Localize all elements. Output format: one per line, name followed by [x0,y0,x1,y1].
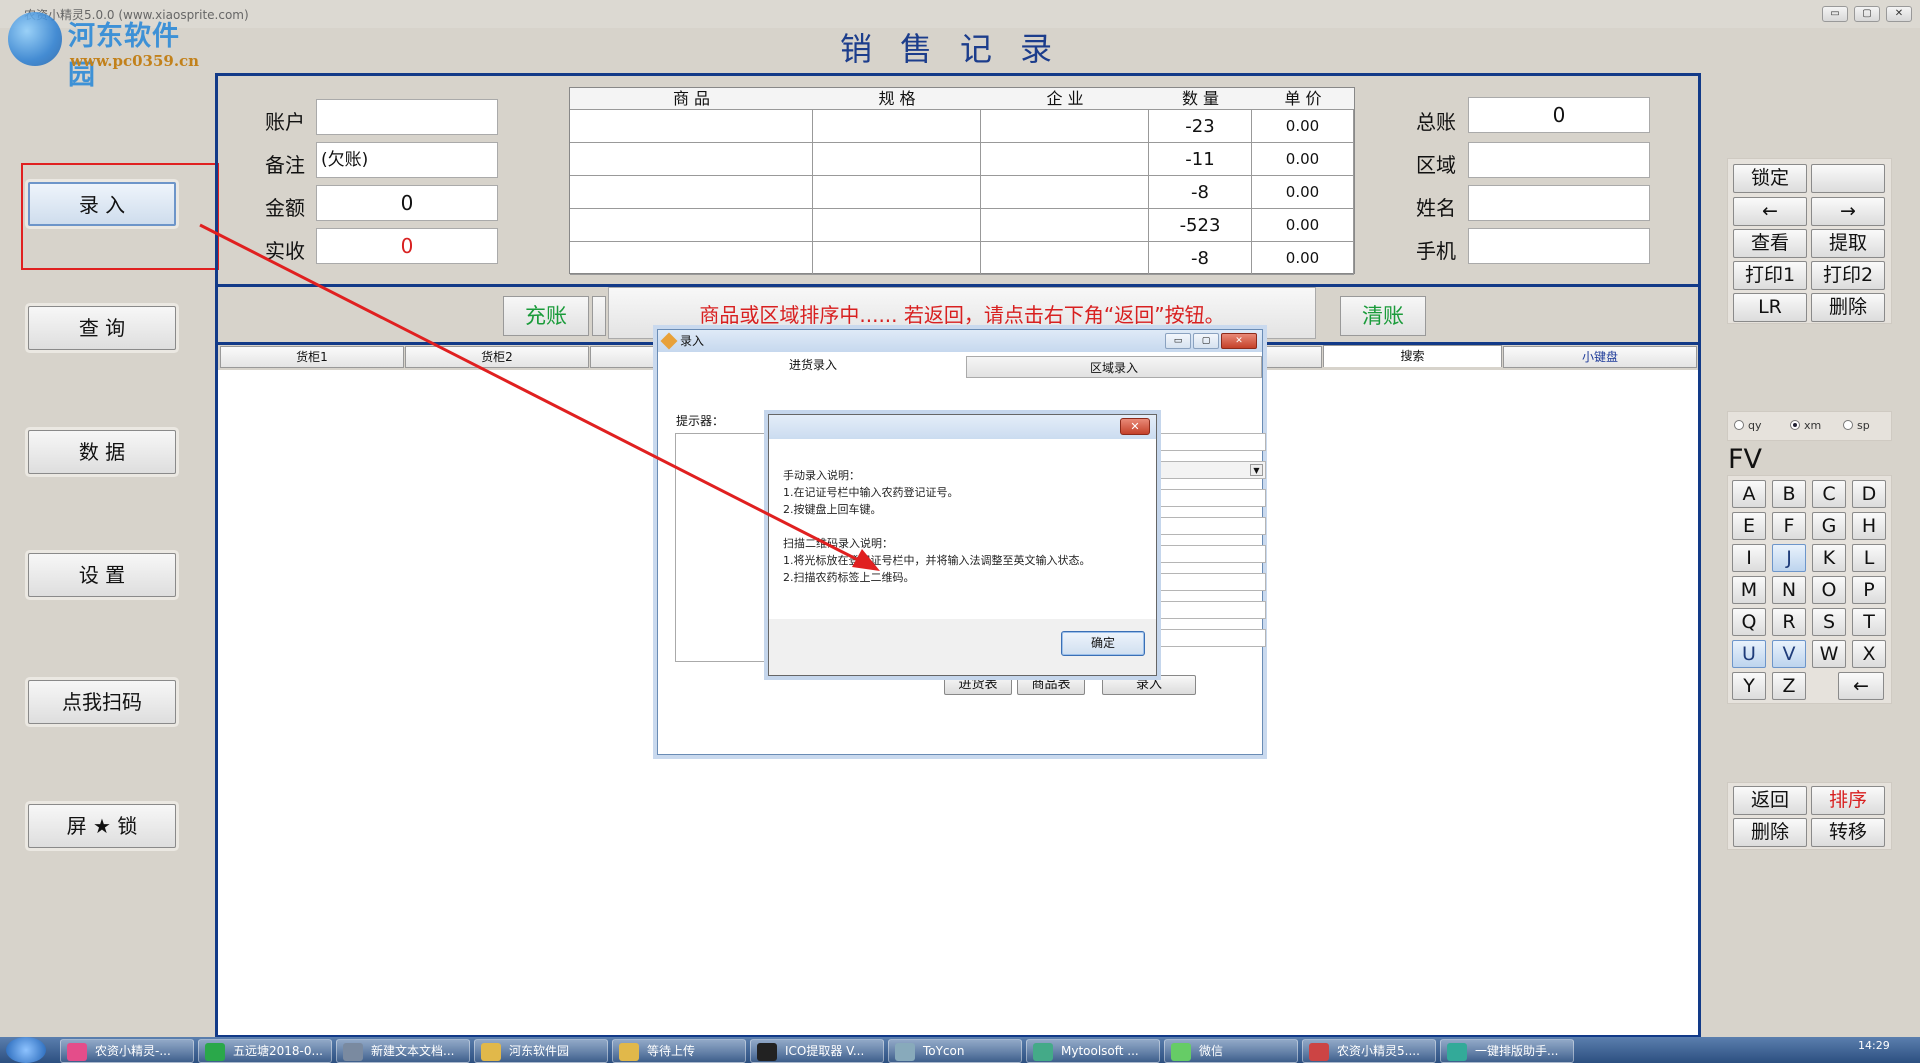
taskbar: 农资小精灵-... 五远塘2018-0... 新建文本文档... 河东软件园 等待上传 I… [0,1037,1920,1063]
taskbar-item-label: 农资小精灵5.... [1337,1044,1420,1058]
app-icon [205,1043,225,1061]
taskbar-item-label: Mytoolsoft ... [1061,1044,1139,1058]
taskbar-item-label: 等待上传 [647,1044,696,1058]
taskbar-item[interactable]: 农资小精灵5.... [1302,1039,1436,1063]
taskbar-item-label: ToYcon [923,1044,965,1058]
app-window: 农资小精灵5.0.0 (www.xiaosprite.com) ▭ ▢ ✕ 河东… [0,0,1920,1063]
taskbar-item[interactable]: ToYcon [888,1039,1022,1063]
app-icon [343,1043,363,1061]
taskbar-item[interactable]: Mytoolsoft ... [1026,1039,1160,1063]
taskbar-item[interactable]: 新建文本文档... [336,1039,470,1063]
taskbar-item[interactable]: 微信 [1164,1039,1298,1063]
app-icon [67,1043,87,1061]
app-icon [757,1043,777,1061]
taskbar-item[interactable]: ICO提取器 V... [750,1039,884,1063]
app-icon [895,1043,915,1061]
taskbar-item[interactable]: 等待上传 [612,1039,746,1063]
taskbar-item-label: 一键排版助手... [1475,1044,1559,1058]
taskbar-item[interactable]: 五远塘2018-0... [198,1039,332,1063]
app-icon [481,1043,501,1061]
app-icon [1033,1043,1053,1061]
app-icon [1447,1043,1467,1061]
taskbar-item-label: ICO提取器 V... [785,1044,865,1058]
app-icon [1171,1043,1191,1061]
taskbar-item-label: 河东软件园 [509,1044,570,1058]
taskbar-item-label: 五远塘2018-0... [233,1044,323,1058]
clock: 14:29 [1858,1039,1890,1052]
taskbar-item-label: 新建文本文档... [371,1044,455,1058]
taskbar-item[interactable]: 农资小精灵-... [60,1039,194,1063]
app-icon [619,1043,639,1061]
annotation-arrow [199,223,880,571]
taskbar-item-label: 农资小精灵-... [95,1044,171,1058]
taskbar-item[interactable]: 河东软件园 [474,1039,608,1063]
taskbar-item-label: 微信 [1199,1044,1224,1058]
app-icon [1309,1043,1329,1061]
taskbar-item[interactable]: 一键排版助手... [1440,1039,1574,1063]
start-button[interactable] [6,1037,46,1063]
